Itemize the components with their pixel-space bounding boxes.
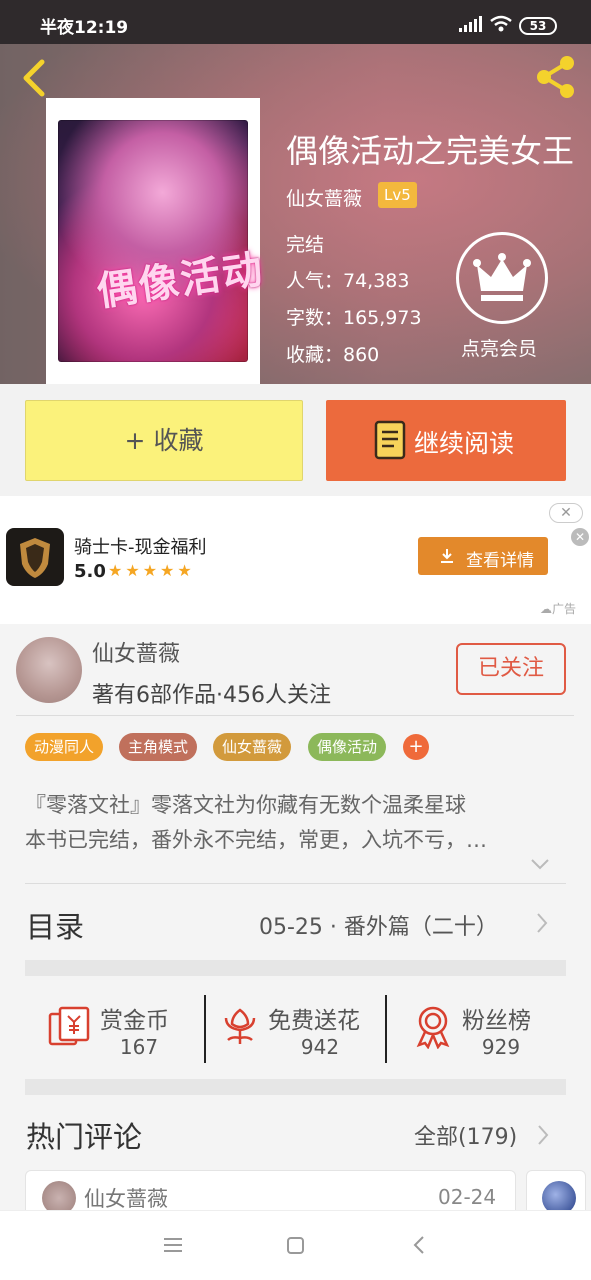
medal-icon: [416, 1006, 450, 1050]
back-icon[interactable]: [413, 1236, 425, 1254]
flower-icon: [224, 1008, 256, 1044]
comment-username: 仙女蔷薇: [84, 1187, 168, 1211]
ad-dismiss-icon[interactable]: ✕: [549, 503, 583, 523]
tag-label: 主角模式: [128, 738, 189, 756]
share-icon[interactable]: [534, 54, 580, 100]
collect-button[interactable]: + 收藏: [25, 400, 303, 481]
chevron-right-icon[interactable]: [536, 1124, 550, 1146]
book-author[interactable]: 仙女蔷薇: [286, 184, 362, 211]
wifi-icon: [490, 15, 512, 32]
all-comments-link[interactable]: 全部(179): [414, 1119, 517, 1151]
divider: [204, 995, 206, 1063]
ad-rating-stars: ★★★★★: [108, 561, 195, 580]
reward-coin-value: 167: [119, 1035, 159, 1059]
tag-label: 偶像活动: [317, 738, 378, 756]
red-envelope-icon: [48, 1006, 90, 1046]
status-bar: 半夜12:19 53: [0, 0, 591, 44]
book-title: 偶像活动之完美女王: [286, 132, 575, 170]
chevron-right-icon[interactable]: [535, 912, 549, 934]
toc-label[interactable]: 目录: [26, 904, 84, 946]
hot-comments-title: 热门评论: [26, 1120, 143, 1154]
reward-coin-title: 赏金币: [100, 1008, 169, 1034]
divider: [16, 715, 574, 716]
back-arrow-icon[interactable]: [14, 56, 54, 100]
reward-fans-value: 929: [481, 1035, 521, 1059]
book-favorites: 收藏：860: [286, 344, 380, 366]
reward-flower[interactable]: [220, 1006, 260, 1052]
reward-flower-value: 942: [300, 1035, 340, 1059]
toc-latest-chapter[interactable]: 05-25 · 番外篇（二十）: [259, 909, 498, 941]
follow-button[interactable]: 已关注: [456, 643, 566, 695]
book-popularity: 人气：74,383: [286, 270, 410, 292]
comment-date: 02-24: [438, 1185, 497, 1209]
ad-details-label: 查看详情: [466, 551, 534, 571]
book-icon: [374, 420, 406, 460]
vip-label: 点亮会员: [461, 338, 538, 360]
book-status: 完结: [286, 234, 325, 256]
tag-2[interactable]: 仙女蔷薇: [213, 733, 292, 761]
tag-label: 动漫同人: [34, 738, 95, 756]
ad-details-button[interactable]: 查看详情: [418, 537, 548, 575]
author-level-badge: Lv5: [378, 182, 417, 208]
ad-close-icon[interactable]: ✕: [571, 528, 589, 546]
ad-title: 骑士卡-现金福利: [74, 537, 207, 558]
ad-app-logo: [6, 528, 64, 586]
ad-tag-text: 广告: [552, 602, 577, 616]
reward-fans-title: 粉丝榜: [462, 1008, 531, 1034]
ad-label: ☁广告: [540, 602, 577, 616]
home-icon[interactable]: [287, 1237, 304, 1254]
crown-icon: [473, 253, 531, 301]
section-separator: [25, 960, 566, 976]
divider: [25, 883, 566, 884]
add-tag-icon[interactable]: +: [403, 734, 429, 760]
continue-reading-label: 继续阅读: [414, 429, 515, 458]
knight-shield-icon: [20, 538, 50, 578]
download-icon: [441, 549, 453, 563]
tag-1[interactable]: 主角模式: [119, 733, 198, 761]
book-word-count: 字数：165,973: [286, 307, 422, 329]
reward-coin[interactable]: [48, 1006, 92, 1050]
divider: [385, 995, 387, 1063]
continue-reading-button[interactable]: 继续阅读: [326, 400, 566, 481]
menu-icon[interactable]: [164, 1237, 182, 1253]
reward-fans[interactable]: [413, 1005, 453, 1053]
book-detail-screen: 半夜12:19 53 偶像活动 偶像活动之完美女王 仙女蔷薇 Lv5 完结 人气…: [0, 0, 591, 1280]
status-time: 半夜12:19: [40, 18, 129, 38]
system-navigation-bar: [0, 1210, 591, 1280]
battery-indicator: 53: [519, 17, 557, 35]
author-works-followers: 著有6部作品·456人关注: [92, 683, 331, 708]
description-line-1: 『零落文社』零落文社为你藏有无数个温柔星球: [25, 793, 466, 817]
description-line-2: 本书已完结，番外永不完结，常更，入坑不亏，…: [25, 828, 487, 852]
tag-label: 仙女蔷薇: [222, 738, 283, 756]
expand-chevron-icon[interactable]: [530, 857, 550, 871]
book-cover-art: [58, 120, 248, 362]
tag-3[interactable]: 偶像活动: [308, 733, 387, 761]
author-row-name[interactable]: 仙女蔷薇: [92, 636, 180, 668]
signal-icon: [459, 16, 482, 32]
author-avatar[interactable]: [16, 637, 82, 703]
section-separator: [25, 1079, 566, 1095]
vip-button[interactable]: [456, 232, 548, 324]
reward-flower-title: 免费送花: [268, 1008, 360, 1034]
tag-0[interactable]: 动漫同人: [25, 733, 104, 761]
ad-rating-score: 5.0: [74, 561, 106, 582]
